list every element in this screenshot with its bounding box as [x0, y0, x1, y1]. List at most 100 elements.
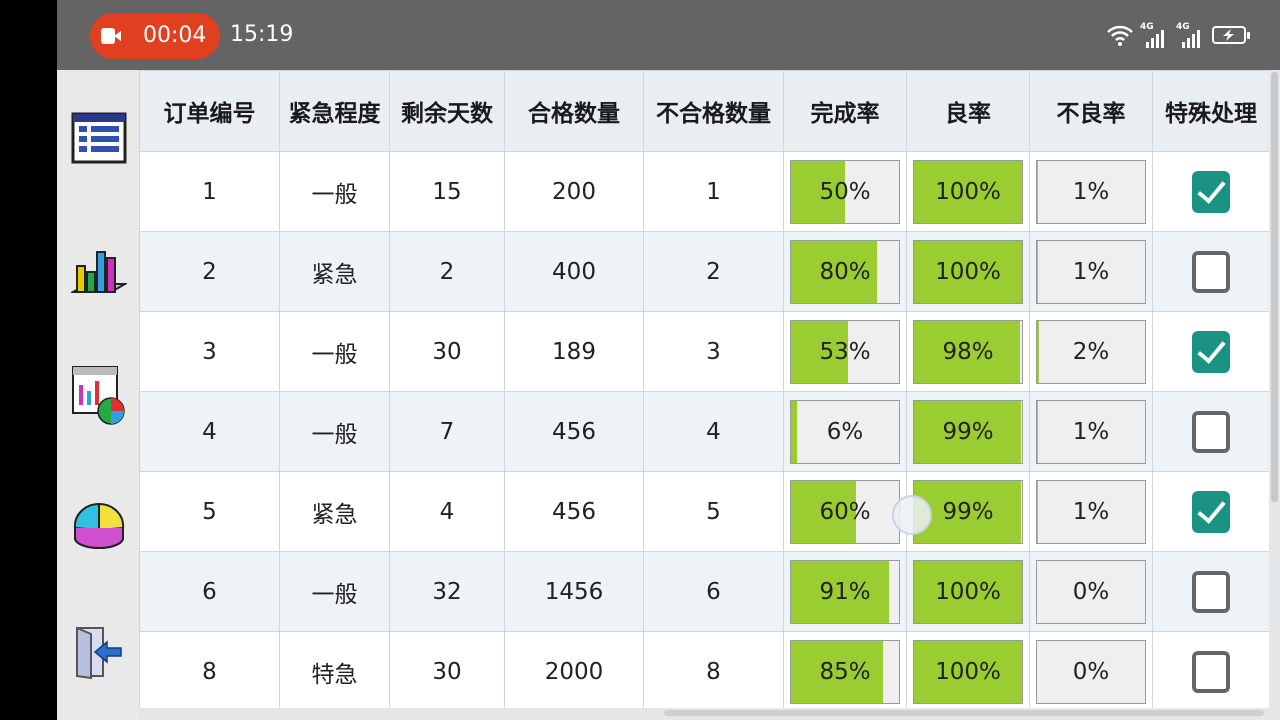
order-id-cell: 2 [139, 231, 280, 312]
special-cell [1152, 231, 1269, 312]
yield-cell: 100% [906, 231, 1030, 312]
yield-value: 100% [935, 578, 1001, 605]
header-defect[interactable]: 不良率 [1029, 70, 1153, 152]
special-checkbox[interactable] [1192, 650, 1230, 693]
completion-cell: 85% [783, 631, 907, 712]
completion-cell: 50% [783, 151, 907, 232]
qualified-cell: 456 [504, 391, 644, 472]
horizontal-scroll-thumb[interactable] [664, 710, 1264, 716]
yield-value: 98% [942, 338, 994, 365]
touch-indicator [892, 495, 932, 535]
completion-value: 91% [819, 578, 871, 605]
days-left-cell: 15 [389, 151, 505, 232]
exit-icon[interactable] [71, 622, 127, 680]
order-id-cell: 4 [139, 391, 280, 472]
yield-value: 99% [942, 418, 994, 445]
table-row[interactable]: 5 紧急 4 456 5 60% 99% 1% [139, 471, 1269, 552]
unqualified-cell: 1 [643, 151, 784, 232]
special-checkbox[interactable] [1192, 250, 1230, 293]
special-checkbox-checked[interactable] [1192, 170, 1230, 213]
order-id-cell: 8 [139, 631, 280, 712]
header-qualified[interactable]: 合格数量 [504, 70, 644, 152]
completion-cell: 60% [783, 471, 907, 552]
header-special[interactable]: 特殊处理 [1152, 70, 1269, 152]
yield-value: 100% [935, 658, 1001, 685]
unqualified-cell: 4 [643, 391, 784, 472]
urgency-cell: 紧急 [279, 231, 390, 312]
special-cell [1152, 151, 1269, 232]
days-left-cell: 32 [389, 551, 505, 632]
yield-bar: 100% [913, 239, 1023, 304]
unqualified-cell: 5 [643, 471, 784, 552]
defect-cell: 1% [1029, 231, 1153, 312]
signal-icon: 4G [1176, 22, 1206, 48]
table-row[interactable]: 3 一般 30 189 3 53% 98% 2% [139, 311, 1269, 392]
header-completion[interactable]: 完成率 [783, 70, 907, 152]
table-view-icon[interactable] [71, 110, 127, 168]
special-checkbox-checked[interactable] [1192, 330, 1230, 373]
header-order-id[interactable]: 订单编号 [139, 70, 280, 152]
defect-cell: 2% [1029, 311, 1153, 392]
completion-value: 80% [819, 258, 871, 285]
horizontal-scrollbar[interactable] [139, 708, 1269, 718]
unqualified-cell: 8 [643, 631, 784, 712]
yield-value: 100% [935, 258, 1001, 285]
table-row[interactable]: 6 一般 32 1456 6 91% 100% 0% [139, 551, 1269, 632]
order-id-cell: 3 [139, 311, 280, 392]
table-row[interactable]: 8 特急 30 2000 8 85% 100% 0% [139, 631, 1269, 712]
order-id-cell: 6 [139, 551, 280, 632]
defect-bar: 0% [1036, 559, 1146, 624]
yield-cell: 99% [906, 391, 1030, 472]
urgency-cell: 特急 [279, 631, 390, 712]
defect-value: 1% [1072, 178, 1110, 205]
completion-cell: 6% [783, 391, 907, 472]
yield-bar: 100% [913, 639, 1023, 704]
defect-value: 1% [1072, 498, 1110, 525]
table-row[interactable]: 1 一般 15 200 1 50% 100% 1% [139, 151, 1269, 232]
recording-time: 00:04 [143, 23, 207, 48]
special-cell [1152, 311, 1269, 392]
completion-value: 6% [826, 418, 864, 445]
yield-cell: 100% [906, 551, 1030, 632]
special-checkbox[interactable] [1192, 410, 1230, 453]
battery-charging-icon [1212, 26, 1250, 44]
orders-table: 订单编号 紧急程度 剩余天数 合格数量 不合格数量 完成率 良率 不良率 特殊处… [139, 70, 1269, 714]
chart-report-icon[interactable] [71, 365, 127, 425]
table-row[interactable]: 4 一般 7 456 4 6% 99% 1% [139, 391, 1269, 472]
record-icon [101, 28, 121, 44]
defect-cell: 1% [1029, 471, 1153, 552]
vertical-scroll-thumb[interactable] [1271, 72, 1278, 502]
yield-cell: 100% [906, 631, 1030, 712]
header-urgency[interactable]: 紧急程度 [279, 70, 390, 152]
header-days-left[interactable]: 剩余天数 [389, 70, 505, 152]
urgency-cell: 一般 [279, 151, 390, 232]
header-unqualified[interactable]: 不合格数量 [643, 70, 784, 152]
yield-cell: 98% [906, 311, 1030, 392]
urgency-cell: 一般 [279, 551, 390, 632]
completion-bar: 85% [790, 639, 900, 704]
special-cell [1152, 551, 1269, 632]
special-checkbox-checked[interactable] [1192, 490, 1230, 533]
header-row: 订单编号 紧急程度 剩余天数 合格数量 不合格数量 完成率 良率 不良率 特殊处… [139, 70, 1269, 152]
pie-chart-icon[interactable] [71, 492, 127, 550]
completion-cell: 80% [783, 231, 907, 312]
vertical-scrollbar[interactable] [1269, 70, 1280, 720]
completion-bar: 60% [790, 479, 900, 544]
completion-cell: 91% [783, 551, 907, 632]
special-checkbox[interactable] [1192, 570, 1230, 613]
screen-record-badge[interactable]: 00:04 [90, 13, 220, 59]
defect-bar: 1% [1036, 159, 1146, 224]
completion-value: 53% [819, 338, 871, 365]
qualified-cell: 2000 [504, 631, 644, 712]
status-icons: 4G 4G [1106, 20, 1250, 50]
defect-bar: 1% [1036, 399, 1146, 464]
defect-cell: 0% [1029, 551, 1153, 632]
table-row[interactable]: 2 紧急 2 400 2 80% 100% 1% [139, 231, 1269, 312]
bar-chart-icon[interactable] [69, 242, 129, 300]
yield-bar: 100% [913, 559, 1023, 624]
completion-value: 50% [819, 178, 871, 205]
defect-value: 0% [1072, 658, 1110, 685]
header-yield[interactable]: 良率 [906, 70, 1030, 152]
qualified-cell: 1456 [504, 551, 644, 632]
app-window: 订单编号 紧急程度 剩余天数 合格数量 不合格数量 完成率 良率 不良率 特殊处… [57, 70, 1280, 720]
